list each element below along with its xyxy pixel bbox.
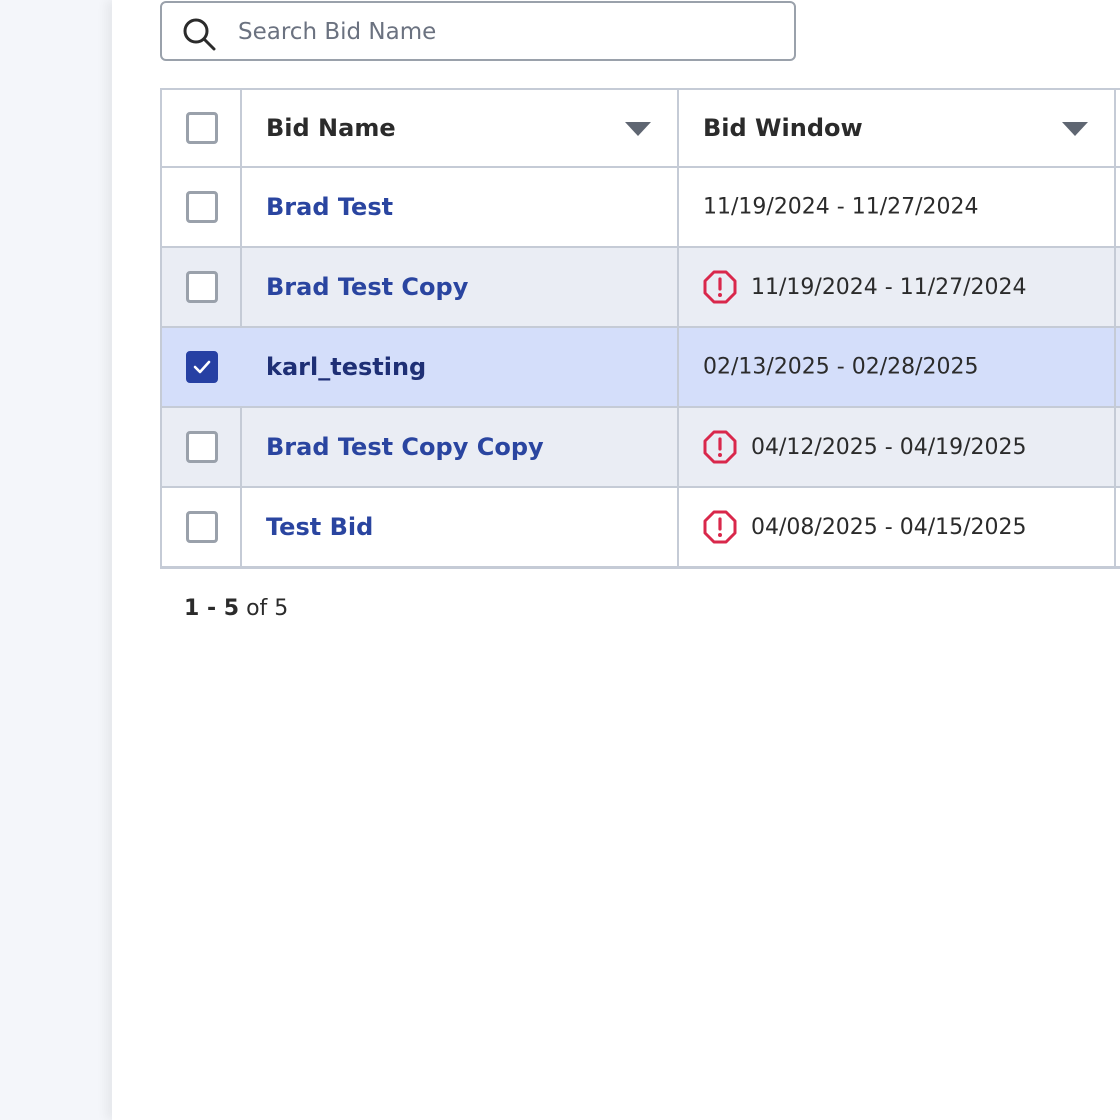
- bid-name-link[interactable]: Brad Test Copy Copy: [266, 433, 544, 461]
- bid-name-cell: Brad Test Copy Copy: [242, 408, 679, 486]
- row-checkbox[interactable]: [186, 191, 218, 223]
- table-row[interactable]: karl_testing 02/13/2025 - 02/28/2025: [162, 328, 1120, 408]
- bid-name-link[interactable]: Brad Test Copy: [266, 273, 468, 301]
- bid-name-link[interactable]: Brad Test: [266, 193, 393, 221]
- table-row[interactable]: Brad Test Copy 11/19/2024 - 11/27/2024: [162, 248, 1120, 328]
- bid-window-dates: 04/08/2025 - 04/15/2025: [751, 514, 1027, 540]
- bid-window-value: 11/19/2024 - 11/27/2024: [703, 195, 979, 220]
- table-row[interactable]: Test Bid 04/08/2025 - 04/15/2025: [162, 488, 1120, 566]
- checkmark-icon: [193, 360, 211, 374]
- search-icon: [183, 18, 216, 51]
- search-box[interactable]: [160, 1, 796, 61]
- bid-name-cell: karl_testing: [242, 328, 679, 406]
- row-checkbox[interactable]: [186, 351, 218, 383]
- pagination-of-label: of: [246, 596, 268, 621]
- bid-window-dates: 02/13/2025 - 02/28/2025: [703, 354, 979, 380]
- row-check-cell: [162, 408, 242, 486]
- table-row[interactable]: Brad Test Copy Copy 04/12/2025 - 04/19/20…: [162, 408, 1120, 488]
- octagon-alert-icon: [703, 430, 737, 464]
- row-checkbox[interactable]: [186, 431, 218, 463]
- bid-name-link[interactable]: Test Bid: [266, 513, 373, 541]
- column-header-label: Bid Window: [703, 114, 863, 142]
- bid-window-value: 04/08/2025 - 04/15/2025: [703, 510, 1027, 544]
- bid-name-cell: Test Bid: [242, 488, 679, 566]
- sidebar: [0, 0, 112, 1120]
- bid-window-cell: 02/13/2025 - 02/28/2025: [679, 328, 1116, 406]
- bid-window-value: 11/19/2024 - 11/27/2024: [703, 270, 1027, 304]
- bid-name-cell: Brad Test Copy: [242, 248, 679, 326]
- bid-window-dates: 11/19/2024 - 11/27/2024: [703, 194, 979, 220]
- bids-table: Bid Name Bid Window Brad Test 11/19/2024 …: [160, 88, 1120, 569]
- row-check-cell: [162, 168, 242, 246]
- row-checkbox[interactable]: [186, 511, 218, 543]
- caret-down-icon[interactable]: [625, 122, 651, 136]
- row-check-cell: [162, 248, 242, 326]
- bid-window-cell: 04/08/2025 - 04/15/2025: [679, 488, 1116, 566]
- row-checkbox[interactable]: [186, 271, 218, 303]
- column-header-bid-name[interactable]: Bid Name: [242, 90, 679, 166]
- caret-down-icon[interactable]: [1062, 122, 1088, 136]
- octagon-alert-icon: [703, 510, 737, 544]
- header-check-cell: [162, 90, 242, 166]
- table-header: Bid Name Bid Window: [162, 90, 1120, 168]
- octagon-alert-icon: [703, 270, 737, 304]
- bid-window-cell: 04/12/2025 - 04/19/2025: [679, 408, 1116, 486]
- bid-name-cell: Brad Test: [242, 168, 679, 246]
- bid-window-cell: 11/19/2024 - 11/27/2024: [679, 168, 1116, 246]
- bid-window-value: 02/13/2025 - 02/28/2025: [703, 355, 979, 380]
- main-content: Bid Name Bid Window Brad Test 11/19/2024 …: [112, 0, 1120, 1120]
- pagination-summary: 1 - 5 of 5: [184, 596, 288, 621]
- table-row[interactable]: Brad Test 11/19/2024 - 11/27/2024: [162, 168, 1120, 248]
- pagination-range: 1 - 5: [184, 596, 240, 621]
- bid-window-dates: 04/12/2025 - 04/19/2025: [751, 434, 1027, 460]
- column-header-bid-window[interactable]: Bid Window: [679, 90, 1116, 166]
- bid-window-cell: 11/19/2024 - 11/27/2024: [679, 248, 1116, 326]
- column-header-label: Bid Name: [266, 114, 396, 142]
- pagination-total: 5: [274, 596, 289, 621]
- bid-name-link[interactable]: karl_testing: [266, 353, 426, 381]
- select-all-checkbox[interactable]: [186, 112, 218, 144]
- bid-window-value: 04/12/2025 - 04/19/2025: [703, 430, 1027, 464]
- row-check-cell: [162, 328, 242, 406]
- row-check-cell: [162, 488, 242, 566]
- search-input[interactable]: [238, 13, 778, 51]
- bid-window-dates: 11/19/2024 - 11/27/2024: [751, 274, 1027, 300]
